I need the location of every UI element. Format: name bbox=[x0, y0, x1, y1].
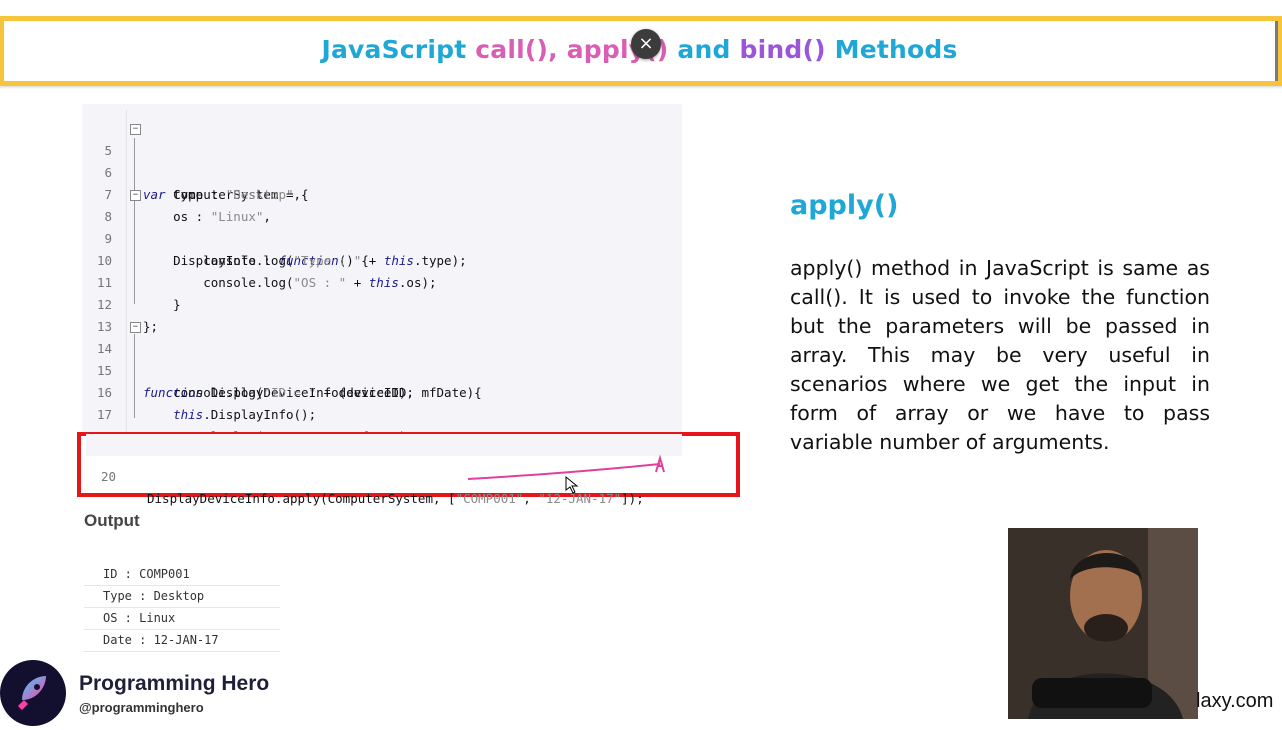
site-watermark: laxy.com bbox=[1196, 690, 1274, 712]
output-row: Date : 12-JAN-17 bbox=[84, 630, 280, 652]
code-line: 14 − function DisplayDeviceInfo(deviceID… bbox=[82, 316, 482, 400]
code-line: 9 console.log("Type : " + this.type); bbox=[82, 206, 466, 268]
code-line: 15 console.log("ID = " + deviceID); bbox=[82, 338, 414, 400]
code-panel: 5 − var ComputerSystem = { 6 type : "Des… bbox=[82, 110, 682, 466]
title-part-call: call(), bbox=[475, 35, 567, 64]
mouse-cursor-icon bbox=[565, 475, 579, 494]
code-line: 7 os : "Linux", bbox=[82, 162, 270, 224]
code-line: 5 − var ComputerSystem = { bbox=[82, 118, 309, 202]
brand-handle: @programminghero bbox=[79, 700, 204, 715]
code-line: 11 } bbox=[82, 250, 181, 312]
section-heading: apply() bbox=[790, 190, 899, 221]
section-description: apply() method in JavaScript is same as … bbox=[790, 256, 1210, 454]
code-line: 6 type : "Desktop", bbox=[82, 140, 301, 202]
code-line: 8 − DisplayInfo : function() { bbox=[82, 184, 369, 268]
title-part-javascript: JavaScript bbox=[321, 35, 476, 64]
presenter-video-icon bbox=[1008, 528, 1198, 719]
close-icon: × bbox=[638, 33, 654, 54]
code-line: 18 } bbox=[82, 404, 151, 466]
code-line: 13 bbox=[82, 294, 112, 334]
webcam-video bbox=[1008, 528, 1198, 719]
output-row: Type : Desktop bbox=[84, 586, 280, 608]
fold-guide bbox=[134, 334, 135, 418]
title-part-methods: Methods bbox=[825, 35, 958, 64]
title-part-apply: apply() bbox=[566, 35, 678, 64]
rocket-icon bbox=[18, 676, 46, 710]
output-table: ID : COMP001 Type : Desktop OS : Linux D… bbox=[84, 564, 280, 652]
banner-shadow bbox=[0, 86, 1282, 89]
close-button[interactable]: × bbox=[631, 29, 661, 59]
programming-hero-logo bbox=[0, 660, 66, 726]
code-line: 10 console.log("OS : " + this.os); bbox=[82, 228, 437, 290]
output-title: Output bbox=[84, 511, 140, 530]
title-part-and: and bbox=[677, 35, 740, 64]
code-line: 16 this.DisplayInfo(); bbox=[82, 360, 316, 422]
brand-name: Programming Hero bbox=[79, 672, 270, 695]
code-line: 17 console.log("Date = " + mfDate) bbox=[82, 382, 406, 444]
code-line-highlighted: 20 DisplayDeviceInfo.apply(ComputerSyste… bbox=[86, 444, 644, 506]
output-row: ID : COMP001 bbox=[84, 564, 280, 586]
line-number: 20 bbox=[100, 469, 116, 484]
fold-guide bbox=[134, 138, 135, 304]
output-row: OS : Linux bbox=[84, 608, 280, 630]
code-line: 12 }; bbox=[82, 272, 158, 334]
fold-collapse-icon[interactable]: − bbox=[130, 322, 141, 333]
title-part-bind: bind() bbox=[739, 35, 826, 64]
fold-collapse-icon[interactable]: − bbox=[130, 124, 141, 135]
fold-collapse-icon[interactable]: − bbox=[130, 190, 141, 201]
